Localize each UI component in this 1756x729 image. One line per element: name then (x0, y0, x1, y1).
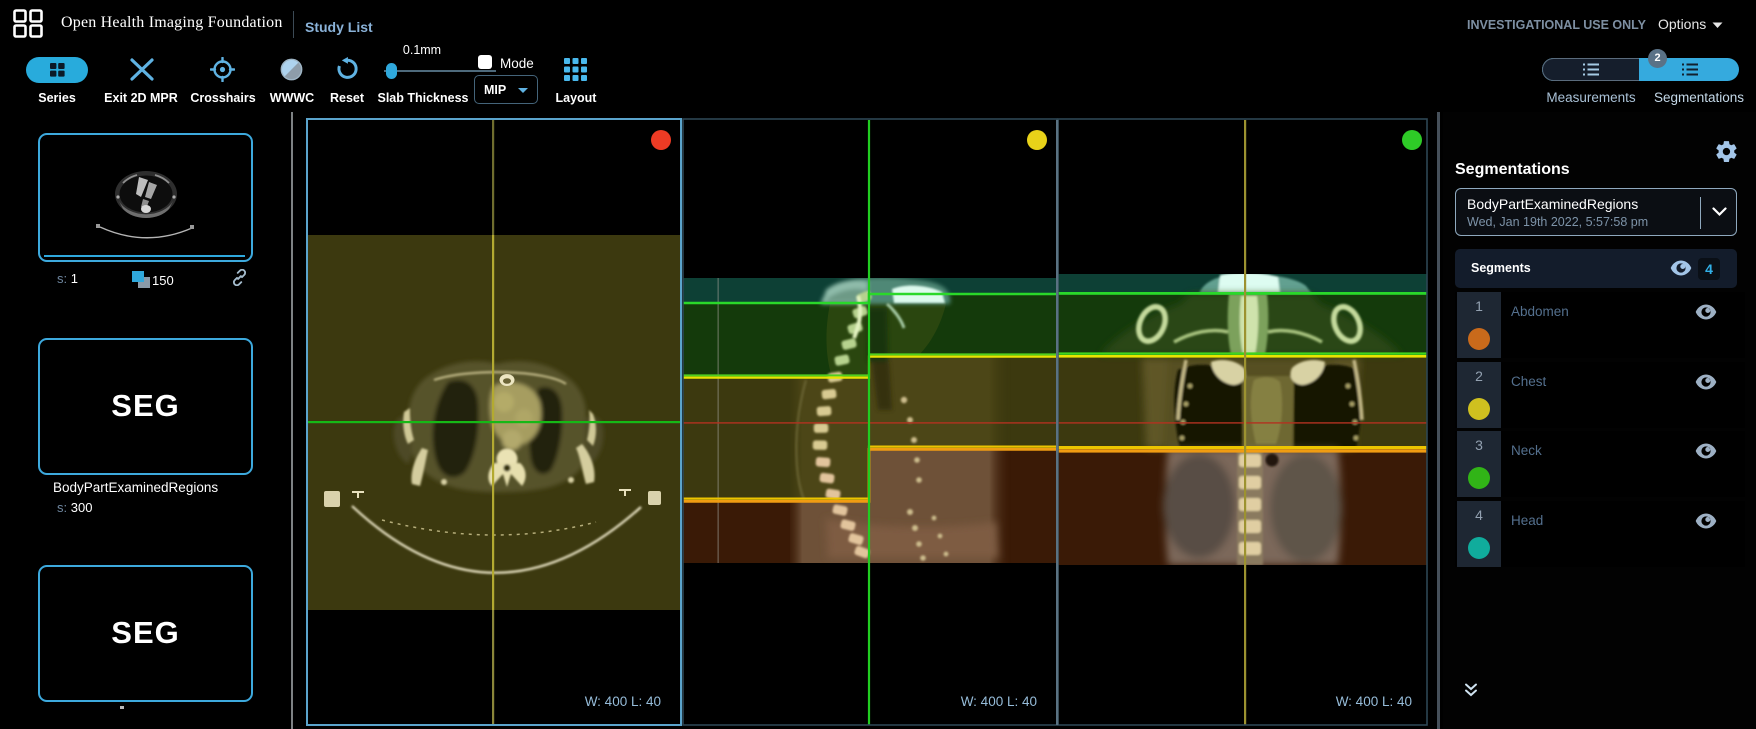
svg-text:W: 400 L: 40: W: 400 L: 40 (961, 694, 1037, 709)
svg-text:W: 400 L: 40: W: 400 L: 40 (585, 694, 661, 709)
svg-text:W: 400 L: 40: W: 400 L: 40 (1336, 694, 1412, 709)
